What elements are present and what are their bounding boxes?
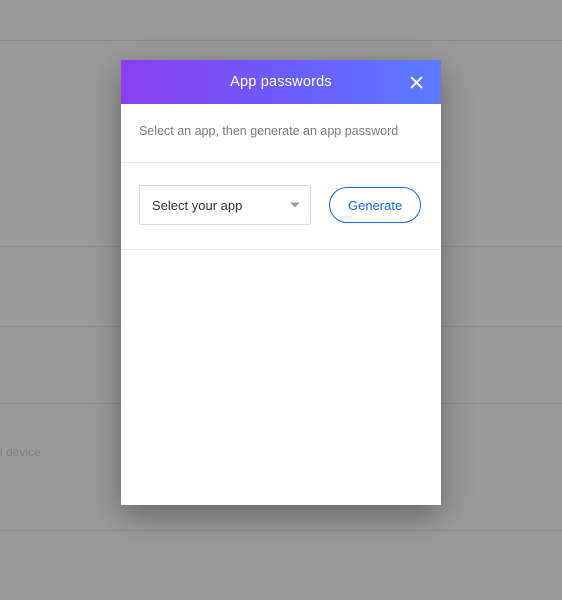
- chevron-down-icon: [290, 203, 300, 208]
- modal-header: App passwords: [121, 60, 441, 104]
- close-button[interactable]: [401, 60, 431, 104]
- generate-button[interactable]: Generate: [329, 187, 421, 223]
- app-select[interactable]: Select your app: [139, 185, 311, 225]
- controls-section: Select your app Generate: [121, 163, 441, 250]
- instructions-section: Select an app, then generate an app pass…: [121, 104, 441, 163]
- modal-title: App passwords: [230, 74, 332, 90]
- modal-body: [121, 250, 441, 505]
- modal-overlay: App passwords Select an app, then genera…: [0, 0, 562, 600]
- instructions-text: Select an app, then generate an app pass…: [139, 124, 398, 138]
- app-select-label: Select your app: [152, 198, 242, 213]
- close-icon: [408, 74, 425, 91]
- app-passwords-modal: App passwords Select an app, then genera…: [121, 60, 441, 505]
